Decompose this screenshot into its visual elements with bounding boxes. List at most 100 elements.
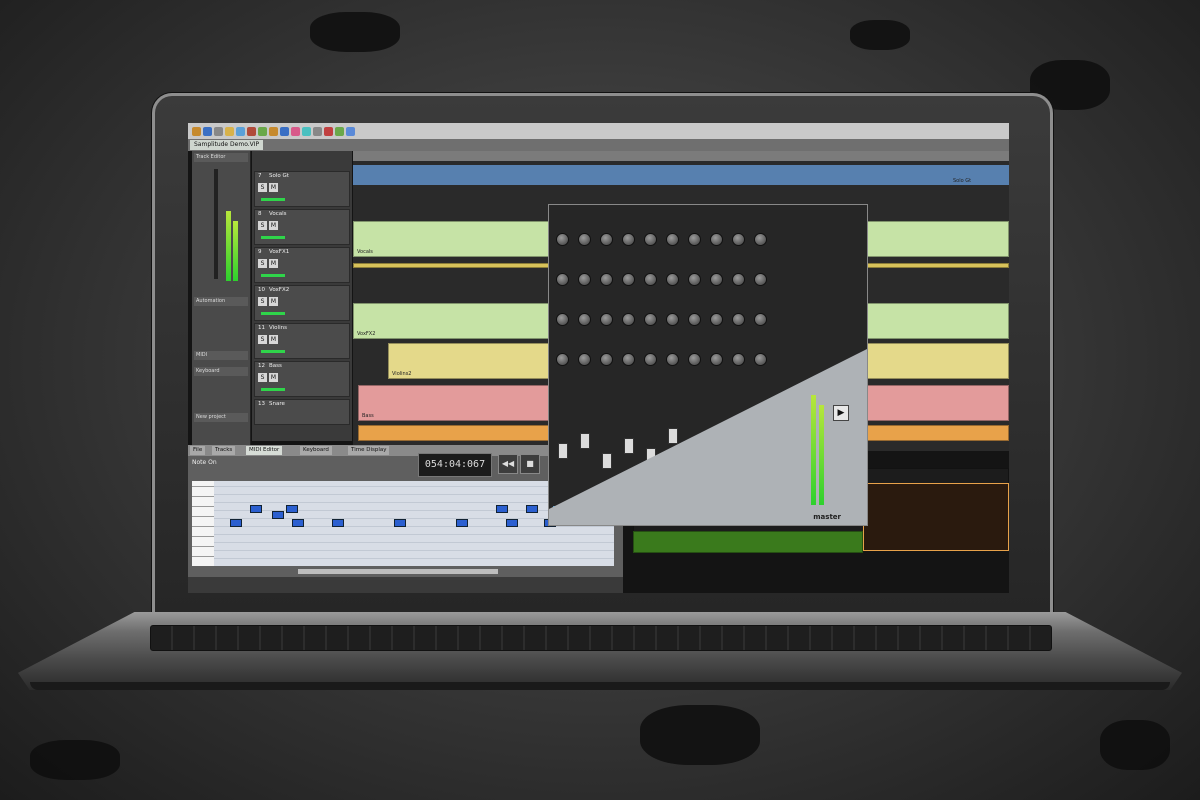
mute-button[interactable]: M [269, 373, 278, 382]
laptop-screen: Samplitude Demo.VIP Track Editor Automat… [188, 123, 1009, 593]
track-header[interactable]: 13 Snare [254, 399, 350, 425]
midi-note[interactable] [496, 505, 508, 513]
midi-note[interactable] [286, 505, 298, 513]
wall-crack [30, 740, 120, 780]
volume-fader[interactable] [214, 169, 218, 279]
laptop-lip [30, 682, 1170, 690]
midi-note[interactable] [292, 519, 304, 527]
bottom-toolbar [188, 577, 623, 593]
tab-tracks[interactable]: Tracks [212, 446, 236, 455]
track-header[interactable]: 11 Violins S M [254, 323, 350, 359]
tab-file[interactable]: File [190, 446, 206, 455]
green-clip[interactable] [633, 531, 863, 553]
new-project-item[interactable]: New project [194, 413, 248, 422]
track-header[interactable]: 12 Bass S M [254, 361, 350, 397]
play-icon[interactable]: ▶ [833, 405, 849, 421]
laptop-base [18, 612, 1182, 690]
track-number: 7 [258, 173, 262, 179]
stop-icon[interactable]: ■ [520, 454, 540, 474]
track-header[interactable]: 8 Vocals S M [254, 209, 350, 245]
toolbar-icon[interactable] [346, 126, 355, 136]
toolbar-icon[interactable] [313, 126, 322, 136]
mute-button[interactable]: M [269, 335, 278, 344]
mixer-channel[interactable] [575, 213, 593, 513]
solo-button[interactable]: S [258, 297, 267, 306]
solo-button[interactable]: S [258, 259, 267, 268]
automation-section[interactable]: Automation [194, 297, 248, 306]
volume-bar[interactable] [261, 274, 285, 277]
toolbar-icon[interactable] [291, 126, 300, 136]
tab-time-display[interactable]: Time Display [348, 446, 390, 455]
wall-crack [850, 20, 910, 50]
midi-note[interactable] [230, 519, 242, 527]
track-header[interactable]: 9 VoxFX1 S M [254, 247, 350, 283]
volume-bar[interactable] [261, 350, 285, 353]
project-tab[interactable]: Samplitude Demo.VIP [190, 140, 264, 150]
laptop-keyboard [150, 625, 1052, 651]
track-name: Vocals [269, 211, 287, 217]
midi-note[interactable] [526, 505, 538, 513]
track-header[interactable]: 7 Solo Gt S M [254, 171, 350, 207]
keyboard-item[interactable]: Keyboard [194, 367, 248, 376]
midi-note[interactable] [506, 519, 518, 527]
tab-keyboard[interactable]: Keyboard [300, 446, 332, 455]
solo-button[interactable]: S [258, 221, 267, 230]
track-number: 12 [258, 363, 265, 369]
mixer-channel[interactable] [553, 213, 571, 513]
level-meter [226, 211, 231, 281]
midi-note[interactable] [332, 519, 344, 527]
track-number: 13 [258, 401, 265, 407]
toolbar-icon[interactable] [236, 126, 245, 136]
solo-button[interactable]: S [258, 373, 267, 382]
tab-midi-editor[interactable]: MIDI Editor [246, 446, 283, 455]
toolbar-icon[interactable] [247, 126, 256, 136]
toolbar-icon[interactable] [335, 126, 344, 136]
wall-crack [1100, 720, 1170, 770]
volume-bar[interactable] [261, 312, 285, 315]
mixer-channel[interactable] [597, 213, 615, 513]
toolbar-icon[interactable] [324, 126, 333, 136]
piano-keys[interactable] [192, 481, 214, 566]
clip-name: Violins2 [392, 371, 412, 377]
volume-bar[interactable] [261, 236, 285, 239]
orange-outline-clip[interactable] [863, 483, 1009, 551]
horizontal-scrollbar[interactable] [298, 569, 498, 574]
midi-note[interactable] [394, 519, 406, 527]
track-name: Bass [269, 363, 282, 369]
event-type-label[interactable]: Note On [192, 459, 217, 466]
mute-button[interactable]: M [269, 183, 278, 192]
volume-bar[interactable] [261, 198, 285, 201]
solo-button[interactable]: S [258, 335, 267, 344]
rewind-icon[interactable]: ◀◀ [498, 454, 518, 474]
time-display: 054:04:067 [418, 453, 492, 477]
midi-note[interactable] [250, 505, 262, 513]
track-editor-title[interactable]: Track Editor [194, 153, 248, 162]
mute-button[interactable]: M [269, 259, 278, 268]
left-panel: Track Editor Automation MIDI Keyboard Ne… [192, 151, 251, 451]
track-number: 9 [258, 249, 262, 255]
toolbar-icon[interactable] [258, 126, 267, 136]
toolbar-icon[interactable] [302, 126, 311, 136]
midi-note[interactable] [456, 519, 468, 527]
track-number: 11 [258, 325, 265, 331]
midi-section[interactable]: MIDI [194, 351, 248, 360]
level-meter [233, 221, 238, 281]
volume-bar[interactable] [261, 388, 285, 391]
midi-note[interactable] [272, 511, 284, 519]
toolbar-icon[interactable] [214, 126, 223, 136]
toolbar-icon[interactable] [203, 126, 212, 136]
mute-button[interactable]: M [269, 221, 278, 230]
track-headers: 7 Solo Gt S M 8 Vocals S M 9 VoxFX1 S M … [252, 151, 352, 441]
clip-name: Bass [362, 413, 374, 419]
solo-gt-lane[interactable]: Solo Gt [353, 165, 1009, 185]
mute-button[interactable]: M [269, 297, 278, 306]
toolbar-icon[interactable] [280, 126, 289, 136]
clip-name: VoxFX2 [357, 331, 376, 337]
solo-button[interactable]: S [258, 183, 267, 192]
toolbar-icon[interactable] [192, 126, 201, 136]
track-header[interactable]: 10 VoxFX2 S M [254, 285, 350, 321]
track-name: VoxFX2 [269, 287, 290, 293]
toolbar-icon[interactable] [269, 126, 278, 136]
toolbar-icon[interactable] [225, 126, 234, 136]
timeline-ruler[interactable] [353, 151, 1009, 161]
